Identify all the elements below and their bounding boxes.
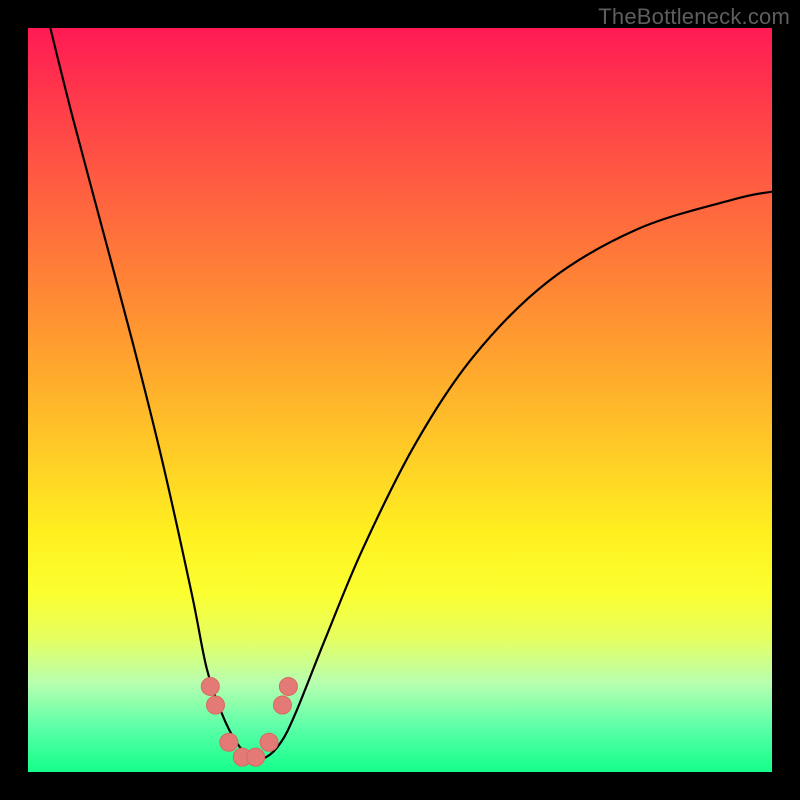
bottleneck-curve — [50, 28, 772, 759]
highlight-dot — [201, 677, 219, 695]
highlight-dot — [260, 733, 278, 751]
watermark-text: TheBottleneck.com — [598, 4, 790, 30]
highlight-dot — [279, 677, 297, 695]
highlight-dot — [206, 696, 224, 714]
chart-frame — [28, 28, 772, 772]
highlight-dot — [247, 748, 265, 766]
highlight-dot — [273, 696, 291, 714]
chart-svg — [28, 28, 772, 772]
highlight-dot — [220, 733, 238, 751]
highlight-dots — [201, 677, 297, 766]
